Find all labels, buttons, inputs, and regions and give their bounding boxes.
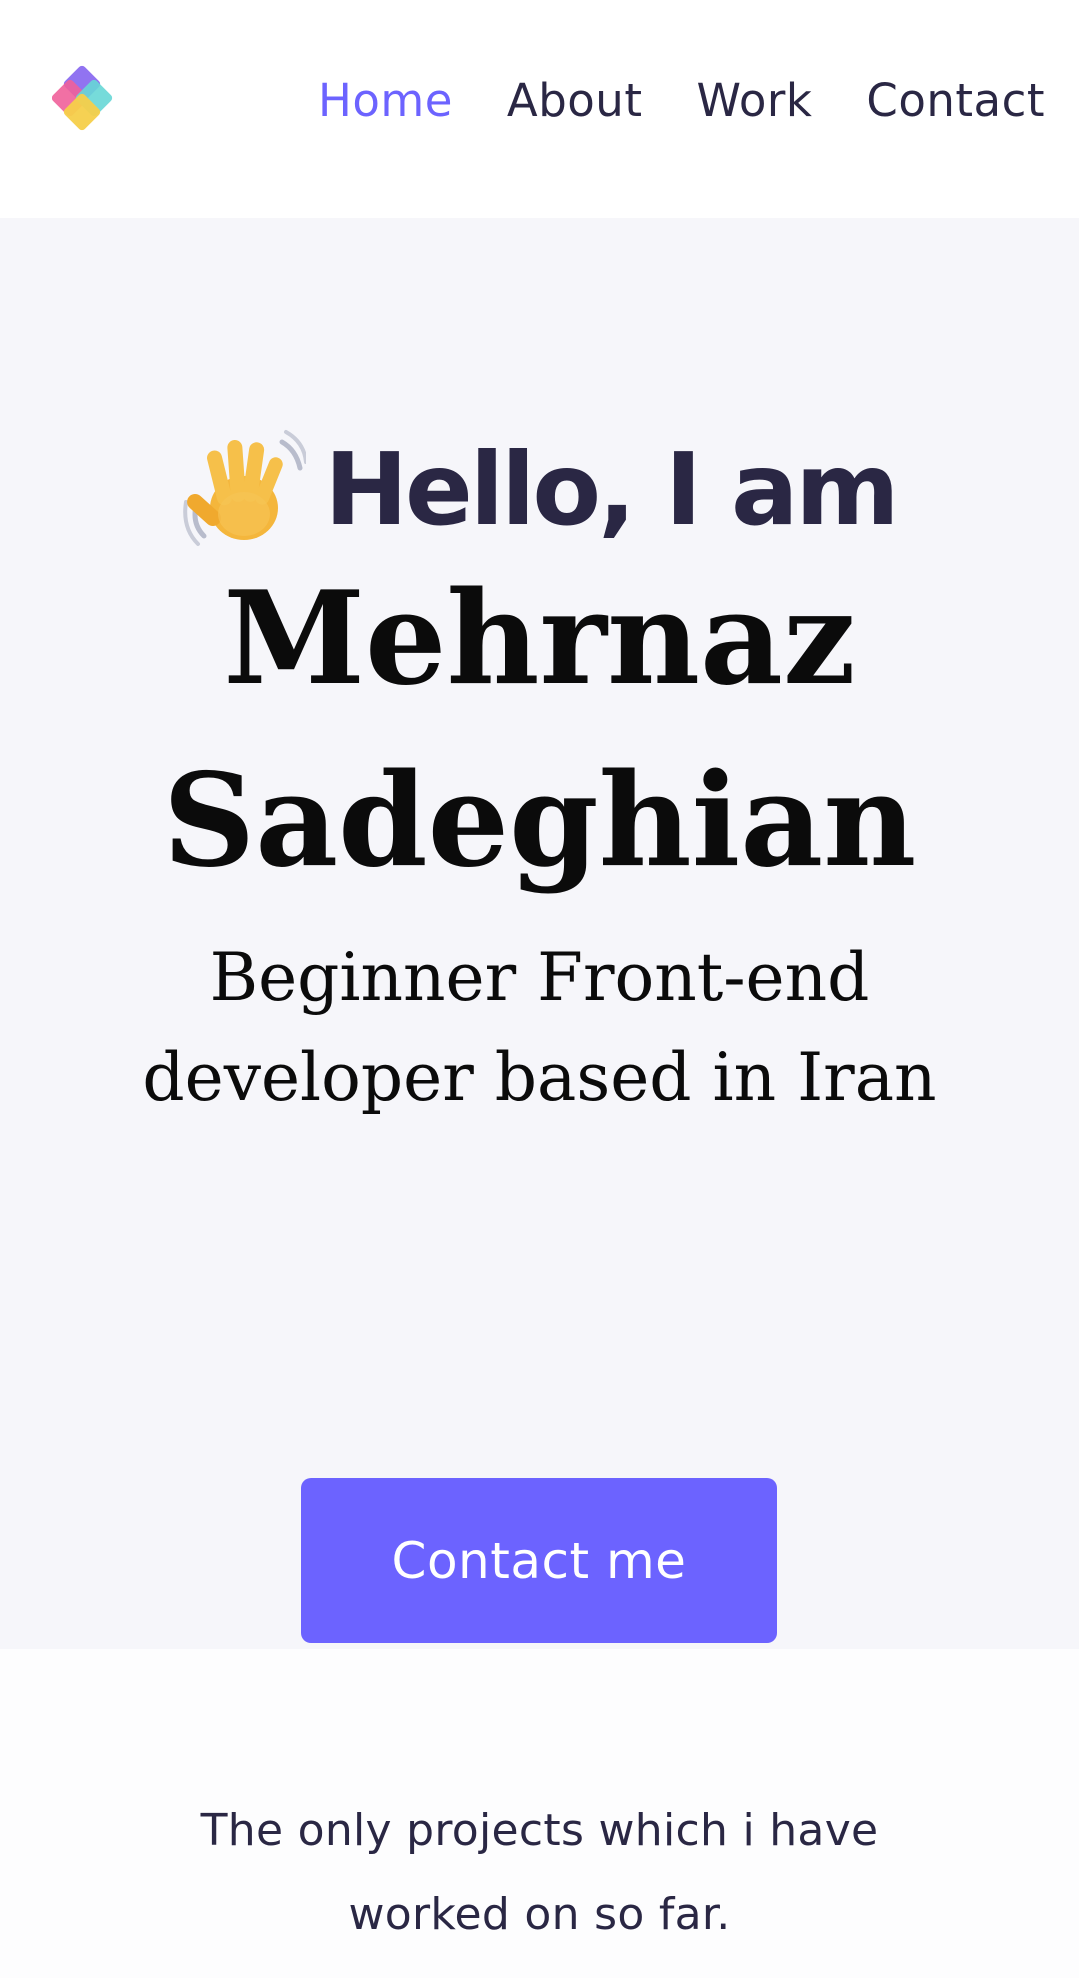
- nav-item-home[interactable]: Home: [318, 74, 453, 128]
- main-nav: Home About Work Contact: [318, 74, 1045, 128]
- name-first: Mehrnaz: [223, 564, 856, 714]
- contact-me-button[interactable]: Contact me: [301, 1478, 777, 1643]
- logo-icon[interactable]: [51, 64, 126, 138]
- greeting: Hello, I am: [0, 428, 1079, 552]
- nav-item-about[interactable]: About: [507, 74, 643, 128]
- name-last: Sadeghian: [162, 746, 917, 896]
- hero-section: Hello, I am Mehrnaz Sadeghian Beginner F…: [0, 218, 1079, 1649]
- site-header: Home About Work Contact: [0, 0, 1079, 218]
- nav-item-contact[interactable]: Contact: [866, 74, 1045, 128]
- projects-section: The only projects which i have worked on…: [0, 1649, 1079, 1978]
- projects-intro-text: The only projects which i have worked on…: [200, 1805, 879, 1940]
- hero-tagline: Beginner Front-end developer based in Ir…: [142, 939, 937, 1116]
- nav-item-work[interactable]: Work: [696, 74, 812, 128]
- waving-hand-icon: [182, 428, 309, 552]
- greeting-text: Hello, I am: [324, 431, 899, 548]
- hero-name: Mehrnaz Sadeghian: [0, 548, 1079, 912]
